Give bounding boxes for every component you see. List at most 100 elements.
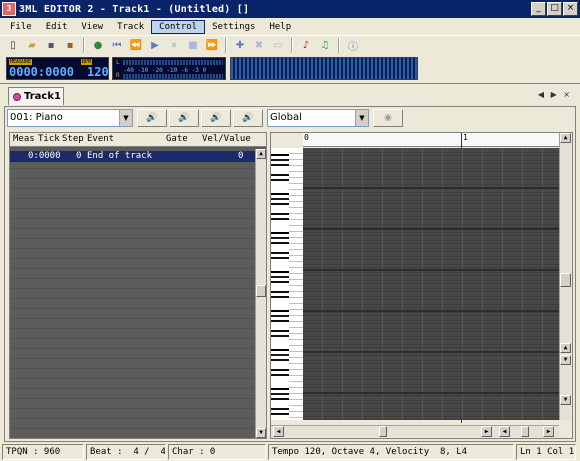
speaker-icon[interactable]: 🔊 <box>137 109 167 127</box>
chevron-down-icon[interactable]: ▼ <box>119 110 132 126</box>
new-icon[interactable]: ▯ <box>4 37 22 54</box>
spectrum-display <box>230 57 418 80</box>
instrument-select[interactable]: 001: Piano ▼ <box>7 109 133 127</box>
status-tpqn: TPQN : 960 <box>2 443 84 460</box>
hzoom-thumb[interactable] <box>521 426 529 437</box>
menu-settings[interactable]: Settings <box>205 21 262 33</box>
delete-icon[interactable]: ✖ <box>250 37 268 54</box>
event-rows[interactable]: 0:0000 0 End of track 0 <box>10 149 255 438</box>
chevron-down-icon[interactable]: ▼ <box>355 110 368 126</box>
tab-label: Track1 <box>24 91 61 102</box>
tab-track1[interactable]: Track1 <box>8 87 64 105</box>
mml-in-icon[interactable]: ♫ <box>316 37 334 54</box>
event-list-header: Meas Tick Step Event Gate Vel/Value <box>10 133 266 147</box>
menu-edit[interactable]: Edit <box>39 21 75 33</box>
event-list: Meas Tick Step Event Gate Vel/Value 0:00… <box>9 132 267 439</box>
mml-out-icon[interactable]: ♪ <box>297 37 315 54</box>
col-tick[interactable]: Tick <box>38 133 60 146</box>
tempo-readout: 120 <box>87 65 109 79</box>
level-meter: L -40 -30 -20 -10 -6 -3 0 R <box>112 57 226 80</box>
scroll-thumb[interactable] <box>379 426 387 437</box>
tab-nav-icons[interactable]: ◀ ▶ × <box>538 90 572 99</box>
meter-left-label: L <box>116 59 120 66</box>
toolbar-separator <box>225 38 227 53</box>
scroll-thumb[interactable] <box>560 273 571 287</box>
scroll-left-icon[interactable]: ◀ <box>273 426 284 437</box>
piano-hscrollbar[interactable]: ◀ ▶ ◀ ▶ <box>271 425 559 437</box>
speaker-all-icon[interactable]: 🔊 <box>233 109 263 127</box>
record-icon[interactable]: ● <box>89 37 107 54</box>
speaker-solo-icon[interactable]: 🔊 <box>201 109 231 127</box>
toolbar-separator <box>338 38 340 53</box>
speaker-mute-icon[interactable]: 🔊 <box>169 109 199 127</box>
pause-icon[interactable]: ⏸ <box>165 37 183 54</box>
status-char: Char : 0 <box>168 443 266 460</box>
col-meas[interactable]: Meas <box>13 133 35 146</box>
eye-icon[interactable]: ◉ <box>373 109 403 127</box>
window-title: 3ML EDITOR 2 - Track1 - (Untitled) [] <box>19 3 250 15</box>
open-icon[interactable]: ▰ <box>23 37 41 54</box>
zoom-out-icon[interactable]: ▼ <box>560 355 571 365</box>
maximize-button[interactable]: □ <box>547 2 562 16</box>
hzoom-in-icon[interactable]: ▶ <box>543 426 554 437</box>
rewind-start-icon[interactable]: ⏮ <box>108 37 126 54</box>
scroll-down-icon[interactable]: ▼ <box>560 395 571 405</box>
title-bar: 3 3ML EDITOR 2 - Track1 - (Untitled) [] … <box>0 0 580 18</box>
note-grid[interactable] <box>303 148 559 420</box>
meter-right-label: R <box>116 72 120 79</box>
col-gate[interactable]: Gate <box>166 133 188 146</box>
scope-select[interactable]: Global ▼ <box>267 109 369 127</box>
close-button[interactable]: × <box>563 2 578 16</box>
position-display: MEASURE BPM 0000:0000 120 <box>6 57 109 80</box>
document-area: Track1 ◀ ▶ × 001: Piano ▼ 🔊 🔊 🔊 🔊 Global… <box>0 83 580 442</box>
save-as-icon[interactable]: ▪ <box>61 37 79 54</box>
toolbar: ▯ ▰ ▪ ▪ ● ⏮ ⏪ ▶ ⏸ ■ ⏩ ✚ ✖ ▭ ♪ ♫ ⓘ <box>0 35 580 55</box>
insert-icon[interactable]: ✚ <box>231 37 249 54</box>
toolbar-separator <box>83 38 85 53</box>
meter-right-bar <box>123 74 223 79</box>
event-list-scrollbar[interactable]: ▲ ▼ <box>255 149 266 438</box>
info-icon[interactable]: ⓘ <box>344 37 362 54</box>
menu-control[interactable]: Control <box>151 19 206 34</box>
stop-icon[interactable]: ■ <box>184 37 202 54</box>
menu-bar: File Edit View Track Control Settings He… <box>0 18 580 35</box>
status-bar: TPQN : 960 Beat : 4 / 4 Char : 0 Tempo 1… <box>0 442 580 461</box>
cell-vel: 0 <box>238 151 244 161</box>
piano-vscrollbar[interactable]: ▲ ▲ ▼ ▼ <box>559 133 571 420</box>
measure-marker: 1 <box>463 133 468 142</box>
scope-value: Global <box>270 112 302 123</box>
scroll-thumb[interactable] <box>256 285 266 297</box>
status-beat: Beat : 4 / 4 <box>86 443 166 460</box>
save-icon[interactable]: ▪ <box>42 37 60 54</box>
menu-help[interactable]: Help <box>262 21 298 33</box>
clear-icon[interactable]: ▭ <box>269 37 287 54</box>
piano-keyboard[interactable] <box>271 148 303 420</box>
measure-marker: 0 <box>304 133 309 142</box>
scroll-down-icon[interactable]: ▼ <box>256 428 266 438</box>
menu-view[interactable]: View <box>74 21 110 33</box>
minimize-button[interactable]: _ <box>531 2 546 16</box>
hzoom-out-icon[interactable]: ◀ <box>499 426 510 437</box>
scroll-right-icon[interactable]: ▶ <box>481 426 492 437</box>
menu-track[interactable]: Track <box>110 21 151 33</box>
cell-step: 0 <box>76 151 82 161</box>
col-step[interactable]: Step <box>62 133 84 146</box>
status-position: Ln 1 Col 1 <box>516 443 576 460</box>
toolbar-separator <box>291 38 293 53</box>
position-readout: 0000:0000 <box>9 65 75 79</box>
lcd-row: MEASURE BPM 0000:0000 120 L -40 -30 -20 … <box>0 57 580 81</box>
track-icon <box>13 92 21 101</box>
table-row[interactable]: 0:0000 0 End of track 0 <box>10 151 255 162</box>
col-vel[interactable]: Vel/Value <box>202 133 251 146</box>
scroll-up-icon[interactable]: ▲ <box>560 133 571 143</box>
measure-ruler[interactable]: 0 1 <box>303 133 559 423</box>
col-event[interactable]: Event <box>87 133 114 146</box>
scroll-up-icon[interactable]: ▲ <box>256 149 266 159</box>
forward-icon[interactable]: ⏩ <box>203 37 221 54</box>
cell-meas-tick: 0:0000 <box>28 151 61 161</box>
rewind-icon[interactable]: ⏪ <box>127 37 145 54</box>
meter-left-bar <box>123 60 223 65</box>
play-icon[interactable]: ▶ <box>146 37 164 54</box>
menu-file[interactable]: File <box>3 21 39 33</box>
zoom-in-icon[interactable]: ▲ <box>560 343 571 353</box>
